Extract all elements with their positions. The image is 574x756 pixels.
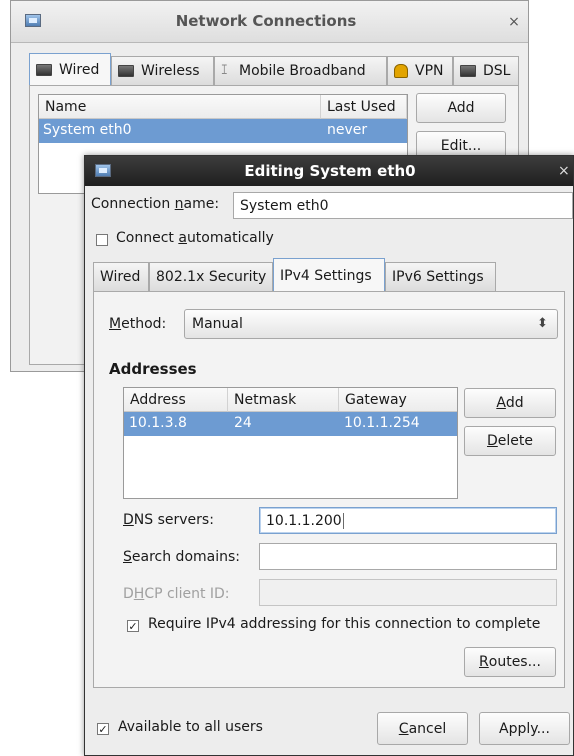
antenna-icon: ꕯ [221, 63, 228, 78]
tab-wired[interactable]: Wired [29, 53, 111, 86]
list-item[interactable]: System eth0 never [39, 119, 407, 143]
add-address-button[interactable]: Add [464, 388, 556, 418]
delete-address-button[interactable]: Delete [464, 426, 556, 456]
edit-window-title: Editing System eth0 [244, 162, 416, 180]
edit-connection-window: Editing System eth0 × Connection name: S… [84, 155, 574, 756]
close-icon[interactable]: × [506, 14, 522, 30]
method-label: Method: [109, 316, 167, 332]
dhcp-client-id-input [259, 579, 557, 606]
apply-button[interactable]: Apply... [479, 712, 570, 745]
column-header-gateway[interactable]: Gateway [339, 388, 457, 412]
require-ipv4-checkbox[interactable]: ✓ [127, 620, 139, 632]
tab-wired[interactable]: Wired [93, 262, 149, 292]
dsl-icon [460, 65, 476, 77]
available-all-users-label: Available to all users [118, 719, 263, 735]
addresses-heading: Addresses [109, 360, 197, 378]
search-domains-label: Search domains: [123, 549, 240, 565]
wireless-icon [118, 65, 134, 77]
dns-servers-input[interactable]: 10.1.1.200 [259, 507, 557, 534]
available-all-users-checkbox[interactable]: ✓ [97, 723, 109, 735]
require-ipv4-label: Require IPv4 addressing for this connect… [148, 616, 541, 632]
table-row[interactable]: 10.1.3.8 24 10.1.1.254 [124, 412, 457, 436]
edit-app-icon [95, 164, 111, 177]
routes-button[interactable]: Routes... [464, 647, 556, 677]
netmask-cell: 24 [234, 415, 252, 431]
add-connection-button[interactable]: Add [416, 93, 506, 123]
column-header-address[interactable]: Address [124, 388, 228, 412]
column-header-name[interactable]: Name [39, 95, 321, 119]
lock-icon [394, 64, 408, 78]
tab-vpn[interactable]: VPN [387, 56, 453, 86]
dhcp-client-id-label: DHCP client ID: [123, 586, 230, 602]
address-cell: 10.1.3.8 [129, 415, 187, 431]
cancel-button[interactable]: Cancel [377, 712, 468, 745]
gateway-cell: 10.1.1.254 [344, 415, 420, 431]
search-domains-input[interactable] [259, 543, 557, 570]
spinner-icon: ⬍ [537, 316, 548, 331]
column-header-last-used[interactable]: Last Used [321, 95, 407, 119]
tab-wireless[interactable]: Wireless [111, 56, 214, 86]
method-value: Manual [192, 316, 243, 332]
tab-8021x-security[interactable]: 802.1x Security [149, 262, 273, 292]
connection-name-field[interactable]: System eth0 [233, 192, 573, 219]
connection-name-label: Connection name: [91, 196, 220, 212]
tab-ipv6-settings[interactable]: IPv6 Settings [385, 262, 496, 292]
tab-mobile-broadband[interactable]: ꕯ Mobile Broadband [214, 56, 387, 86]
connection-last-used: never [327, 122, 368, 138]
addresses-table[interactable]: Address Netmask Gateway 10.1.3.8 24 10.1… [123, 387, 458, 499]
tab-dsl[interactable]: DSL [453, 56, 519, 86]
connection-name: System eth0 [43, 122, 132, 138]
method-select[interactable]: Manual ⬍ [184, 309, 558, 339]
network-app-icon [25, 14, 41, 27]
wired-icon [36, 64, 52, 76]
network-connections-title: Network Connections [175, 12, 357, 30]
column-header-netmask[interactable]: Netmask [228, 388, 339, 412]
tab-ipv4-settings[interactable]: IPv4 Settings [273, 258, 385, 292]
connect-automatically-checkbox[interactable] [96, 234, 108, 246]
connect-automatically-label: Connect automatically [116, 230, 274, 246]
text-caret [342, 512, 344, 529]
close-icon[interactable]: × [558, 163, 572, 179]
dns-servers-label: DNS servers: [123, 512, 214, 528]
